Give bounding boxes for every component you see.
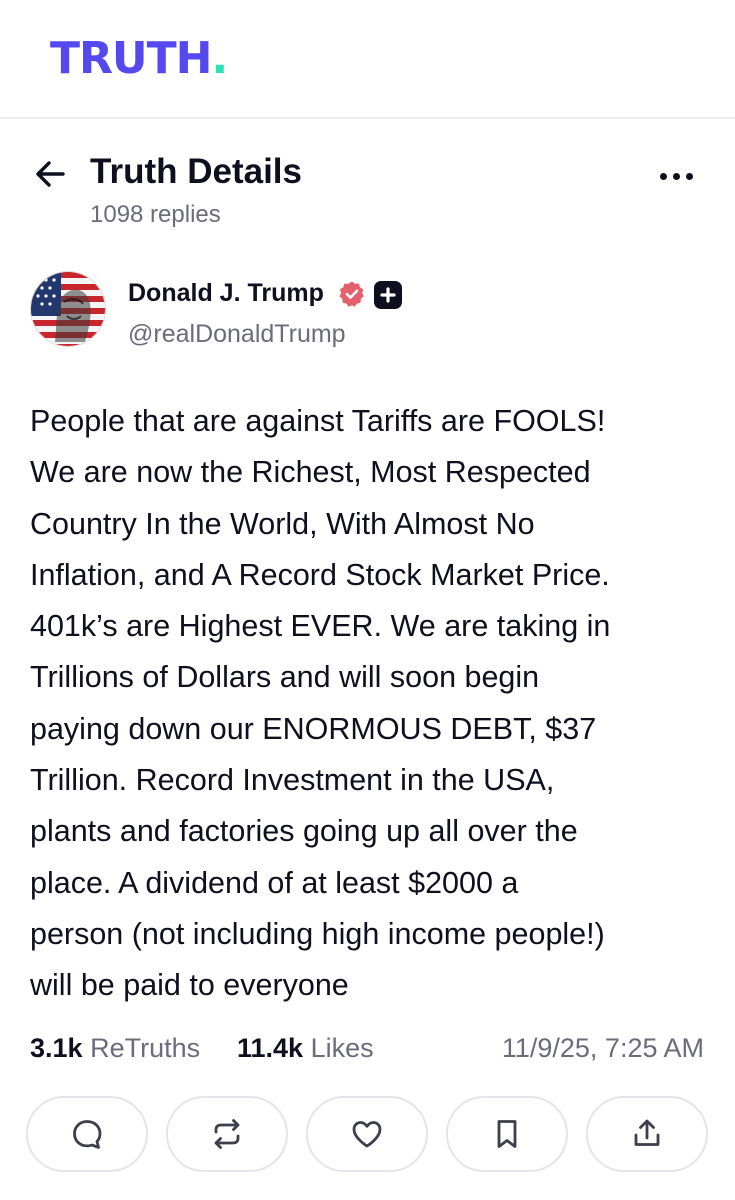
reply-icon	[73, 1120, 102, 1149]
bookmark-button[interactable]	[446, 1096, 568, 1172]
retruths-count: 3.1k	[30, 1033, 83, 1063]
like-heart-icon	[352, 1121, 382, 1148]
plus-icon	[380, 287, 396, 303]
post-text: People that are against Tariffs are FOOL…	[30, 404, 611, 1003]
truth-details-page: TRUTH. Truth Details 1098 replies Donald…	[0, 0, 735, 1200]
header-divider	[0, 117, 735, 119]
more-options-button[interactable]	[650, 158, 702, 194]
share-button[interactable]	[586, 1096, 708, 1172]
page-title: Truth Details	[90, 152, 302, 191]
avatar-image	[31, 272, 105, 346]
author-name[interactable]: Donald J. Trump	[128, 277, 324, 309]
likes-count: 11.4k	[237, 1033, 304, 1063]
likes-stat[interactable]: 11.4k Likes	[237, 1030, 374, 1066]
logo-dot: .	[211, 33, 228, 84]
back-button[interactable]	[28, 152, 72, 196]
replies-count[interactable]: 1098 replies	[90, 200, 221, 230]
top-bar: TRUTH.	[0, 0, 735, 118]
plus-badge-icon	[374, 281, 402, 309]
more-horizontal-icon	[659, 172, 667, 180]
retruths-label: ReTruths	[90, 1033, 201, 1063]
share-icon	[634, 1119, 660, 1146]
post-stats: 3.1k ReTruths 11.4k Likes 11/9/25, 7:25 …	[30, 1028, 710, 1068]
bookmark-icon	[497, 1120, 517, 1148]
avatar[interactable]	[30, 271, 106, 347]
arrow-left-icon	[36, 161, 65, 187]
more-dot	[672, 172, 680, 180]
truth-logo[interactable]: TRUTH.	[50, 33, 228, 84]
post-timestamp: 11/9/25, 7:25 AM	[501, 1033, 704, 1063]
author-handle[interactable]: @realDonaldTrump	[128, 318, 346, 350]
more-dot	[685, 172, 693, 180]
like-button[interactable]	[306, 1096, 428, 1172]
reply-button[interactable]	[26, 1096, 148, 1172]
retruths-stat[interactable]: 3.1k ReTruths	[30, 1030, 200, 1066]
verified-badge-icon	[339, 281, 364, 307]
likes-label: Likes	[310, 1033, 374, 1063]
retruth-icon	[214, 1119, 240, 1149]
logo-text: TRUTH	[50, 33, 212, 84]
retruth-button[interactable]	[166, 1096, 288, 1172]
action-bar	[26, 1096, 710, 1172]
